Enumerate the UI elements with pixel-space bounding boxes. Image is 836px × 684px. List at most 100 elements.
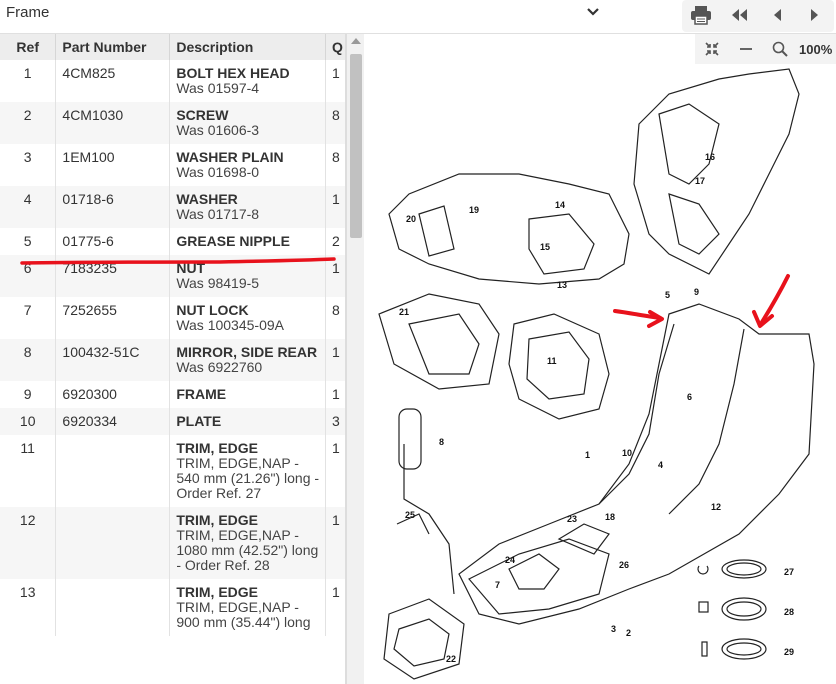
row-ref: 4 [0, 186, 57, 228]
row-part-number: 4CM825 [55, 60, 171, 102]
fit-button[interactable] [695, 34, 729, 64]
col-qty-header[interactable]: Q [325, 34, 345, 60]
callout-25[interactable]: 25 [405, 510, 415, 520]
row-qty: 1 [325, 255, 345, 297]
callout-5[interactable]: 5 [665, 290, 670, 300]
row-qty: 8 [325, 102, 345, 144]
table-row[interactable]: 10 6920334 PLATE 3 [0, 408, 345, 435]
row-desc-main: PLATE [176, 413, 222, 429]
table-row[interactable]: 2 4CM1030 SCREW Was 01606-3 8 [0, 102, 345, 144]
row-qty: 1 [325, 339, 345, 381]
print-button[interactable] [682, 0, 720, 30]
fit-screen-icon [705, 42, 719, 56]
zoom-button[interactable] [763, 34, 797, 64]
callout-10[interactable]: 10 [622, 448, 632, 458]
scroll-up-icon[interactable] [351, 38, 361, 44]
row-part-number: 7183235 [55, 255, 171, 297]
callout-13[interactable]: 13 [557, 280, 567, 290]
table-row[interactable]: 7 7252655 NUT LOCK Was 100345-09A 8 [0, 297, 345, 339]
col-desc-header[interactable]: Description [169, 34, 327, 60]
callout-7[interactable]: 7 [495, 580, 500, 590]
table-row[interactable]: 11 TRIM, EDGE TRIM, EDGE,NAP - 540 mm (2… [0, 435, 345, 507]
printer-icon [691, 6, 711, 25]
callout-15[interactable]: 15 [540, 242, 550, 252]
drawing-panel[interactable]: 1 2 3 4 5 6 7 8 9 10 11 12 13 14 15 16 17 18 19 20 21 22 23 24 2… [369, 34, 836, 684]
row-desc-sub: TRIM, EDGE,NAP - 1080 mm (42.52") long -… [176, 527, 319, 573]
row-ref: 13 [0, 579, 57, 636]
chevron-down-icon[interactable] [584, 2, 602, 22]
row-ref: 3 [0, 144, 57, 186]
table-row[interactable]: 13 TRIM, EDGE TRIM, EDGE,NAP - 900 mm (3… [0, 579, 345, 636]
callout-28[interactable]: 28 [784, 607, 794, 617]
parts-table-panel: Ref Part Number Description Q 1 4CM825 B… [0, 34, 346, 684]
table-row[interactable]: 3 1EM100 WASHER PLAIN Was 01698-0 8 [0, 144, 345, 186]
prev-button[interactable] [758, 0, 796, 30]
callout-14[interactable]: 14 [555, 200, 565, 210]
callout-21[interactable]: 21 [399, 307, 409, 317]
callout-19[interactable]: 19 [469, 205, 479, 215]
callout-12[interactable]: 12 [711, 502, 721, 512]
table-row[interactable]: 4 01718-6 WASHER Was 01717-8 1 [0, 186, 345, 228]
row-desc-main: TRIM, EDGE [176, 584, 258, 600]
table-row[interactable]: 5 01775-6 GREASE NIPPLE 2 [0, 228, 345, 255]
callout-29[interactable]: 29 [784, 647, 794, 657]
zoom-level: 100% [799, 41, 833, 57]
parts-table: Ref Part Number Description Q 1 4CM825 B… [0, 34, 345, 636]
table-row[interactable]: 12 TRIM, EDGE TRIM, EDGE,NAP - 1080 mm (… [0, 507, 345, 579]
callout-24[interactable]: 24 [505, 555, 515, 565]
row-qty: 1 [325, 60, 345, 102]
row-description: SCREW Was 01606-3 [169, 102, 327, 144]
row-qty: 8 [325, 144, 345, 186]
row-part-number [55, 579, 171, 636]
row-desc-sub: TRIM, EDGE,NAP - 900 mm (35.44") long [176, 599, 311, 630]
row-description: WASHER PLAIN Was 01698-0 [169, 144, 327, 186]
exploded-parts-drawing[interactable]: 1234567891011121314151617181920212223242… [369, 34, 836, 684]
row-description: TRIM, EDGE TRIM, EDGE,NAP - 540 mm (21.2… [169, 435, 327, 507]
callout-18[interactable]: 18 [605, 512, 615, 522]
row-desc-main: SCREW [176, 107, 229, 123]
callout-26[interactable]: 26 [619, 560, 629, 570]
callout-22[interactable]: 22 [446, 654, 456, 664]
callout-17[interactable]: 17 [695, 176, 705, 186]
callout-20[interactable]: 20 [406, 214, 416, 224]
first-page-button[interactable] [720, 0, 758, 30]
callout-8[interactable]: 8 [439, 437, 444, 447]
callout-27[interactable]: 27 [784, 567, 794, 577]
row-desc-main: MIRROR, SIDE REAR [176, 344, 318, 360]
table-row[interactable]: 8 100432-51C MIRROR, SIDE REAR Was 69227… [0, 339, 345, 381]
table-row[interactable]: 6 7183235 NUT Was 98419-5 1 [0, 255, 345, 297]
next-button[interactable] [796, 0, 834, 30]
row-qty: 1 [325, 507, 345, 579]
zoom-out-button[interactable] [729, 34, 763, 64]
row-part-number: 6920334 [55, 408, 171, 435]
col-ref-header[interactable]: Ref [0, 34, 57, 60]
row-desc-main: FRAME [176, 386, 227, 402]
row-description: GREASE NIPPLE [169, 228, 327, 255]
magnifier-icon [772, 41, 788, 57]
table-row[interactable]: 9 6920300 FRAME 1 [0, 381, 345, 408]
row-qty: 2 [325, 228, 345, 255]
row-part-number: 6920300 [55, 381, 171, 408]
scroll-thumb[interactable] [350, 54, 362, 238]
callout-3[interactable]: 3 [611, 624, 616, 634]
callout-16[interactable]: 16 [705, 152, 715, 162]
callout-1[interactable]: 1 [585, 450, 590, 460]
row-desc-main: WASHER PLAIN [176, 149, 284, 165]
callout-11[interactable]: 11 [547, 356, 557, 366]
row-description: MIRROR, SIDE REAR Was 6922760 [169, 339, 327, 381]
table-row[interactable]: 1 4CM825 BOLT HEX HEAD Was 01597-4 1 [0, 60, 345, 102]
callout-9[interactable]: 9 [694, 287, 699, 297]
next-icon [811, 9, 818, 21]
row-ref: 10 [0, 408, 57, 435]
callout-4[interactable]: 4 [658, 460, 663, 470]
table-scrollbar[interactable] [346, 34, 364, 684]
row-desc-sub: TRIM, EDGE,NAP - 540 mm (21.26") long - … [176, 455, 320, 501]
callout-23[interactable]: 23 [567, 514, 577, 524]
callout-2[interactable]: 2 [626, 628, 631, 638]
page-title: Frame [6, 4, 50, 21]
col-part-header[interactable]: Part Number [55, 34, 171, 60]
row-description: WASHER Was 01717-8 [169, 186, 327, 228]
row-desc-main: NUT [176, 260, 206, 276]
row-ref: 11 [0, 435, 57, 507]
callout-6[interactable]: 6 [687, 392, 692, 402]
